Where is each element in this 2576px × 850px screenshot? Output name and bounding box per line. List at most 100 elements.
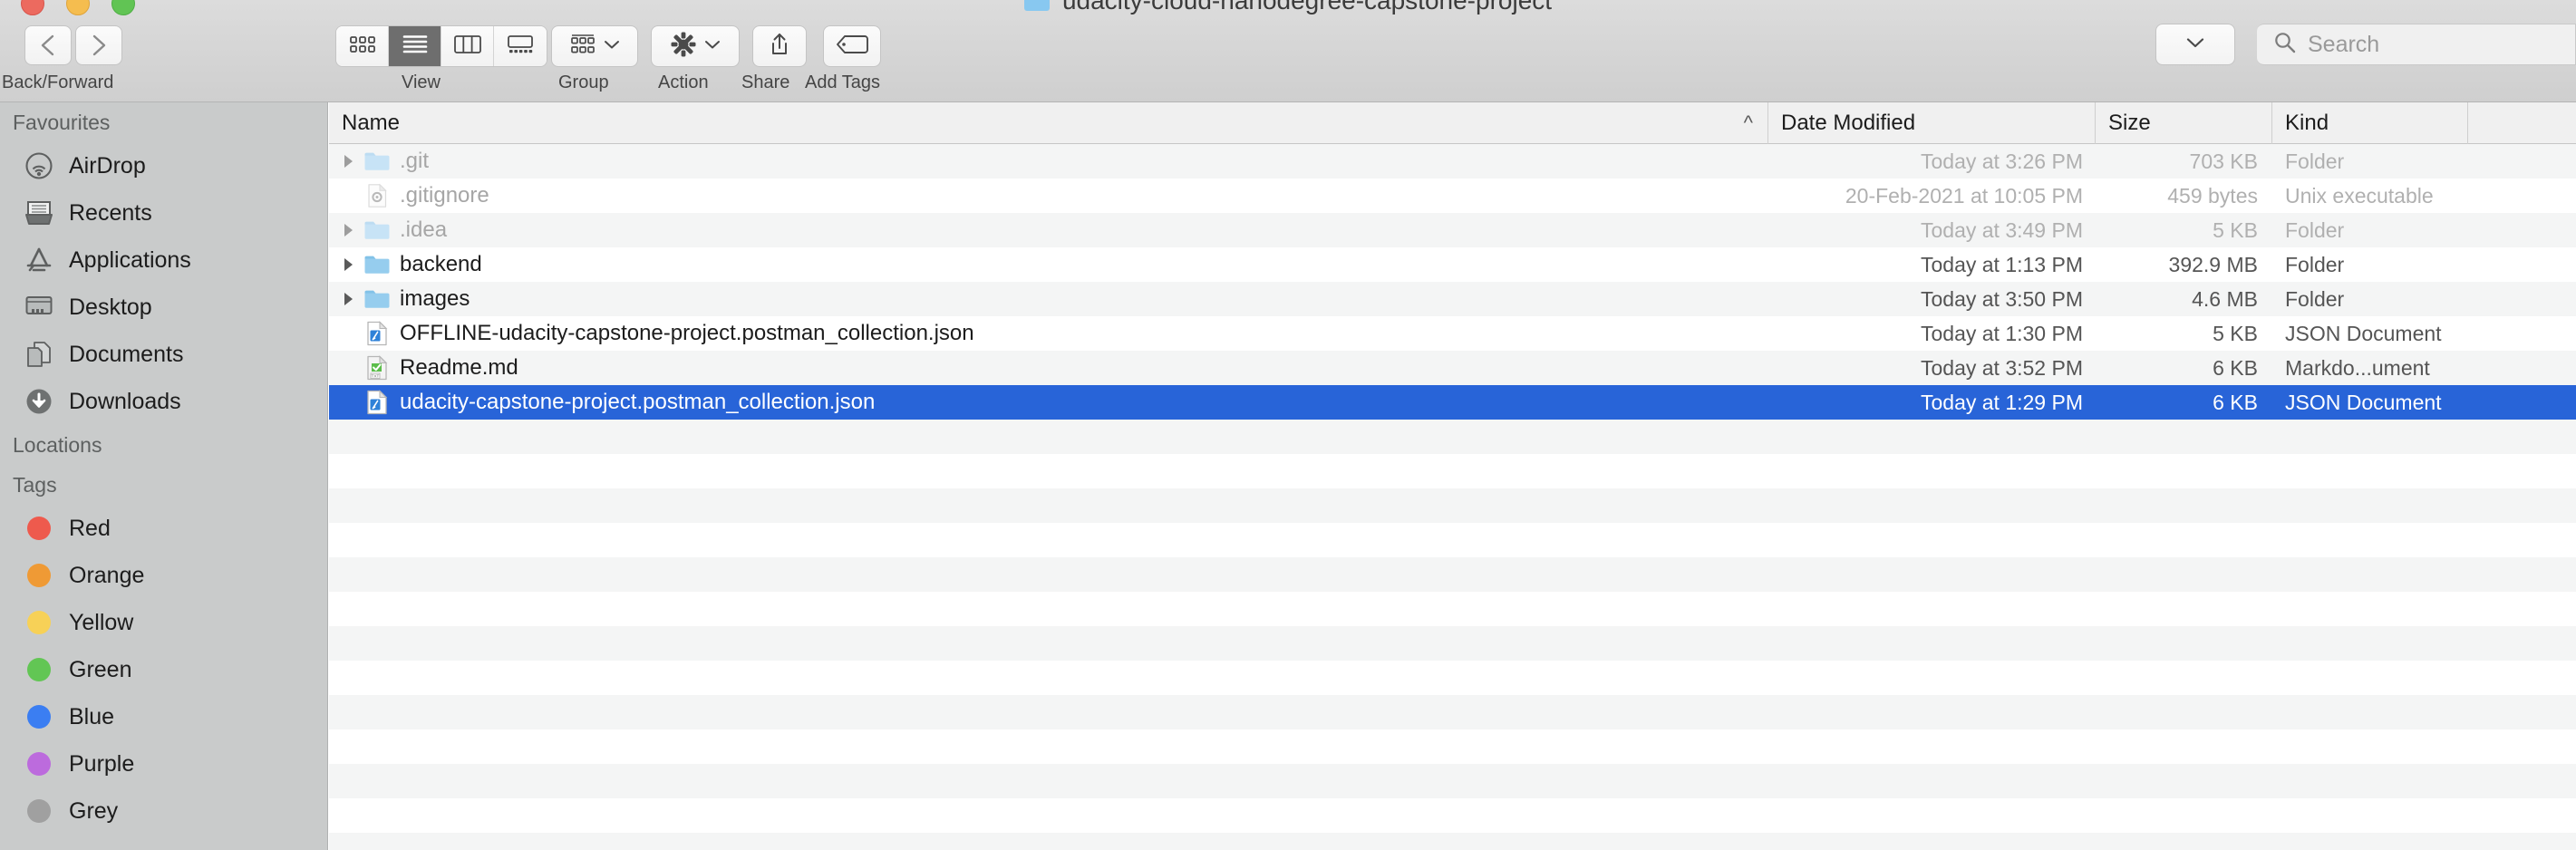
chevron-down-icon bbox=[2185, 36, 2205, 53]
tag-dot-yellow bbox=[27, 611, 51, 634]
sidebar-item-purple[interactable]: Purple bbox=[0, 740, 327, 787]
table-row[interactable]: TXT Readme.md Today at 3:52 PM 6 KB Markdo..… bbox=[329, 351, 2576, 385]
sidebar[interactable]: Favourites AirDrop Recents Applications Desk… bbox=[0, 102, 328, 850]
back-button[interactable] bbox=[24, 25, 72, 65]
column-header-size[interactable]: Size bbox=[2096, 102, 2272, 144]
add-tags-button[interactable] bbox=[823, 25, 881, 67]
cell-date-modified: Today at 1:13 PM bbox=[1921, 252, 2083, 276]
table-row[interactable]: backend Today at 1:13 PM 392.9 MB Folder bbox=[329, 247, 2576, 282]
sidebar-item-red[interactable]: Red bbox=[0, 505, 327, 552]
file-name-label: udacity-capstone-project.postman_collect… bbox=[400, 390, 876, 414]
cell-kind: JSON Document bbox=[2285, 321, 2442, 345]
tag-dot-icon bbox=[24, 654, 54, 685]
cell-name[interactable]: TXT Readme.md bbox=[329, 355, 1768, 381]
downloads-icon bbox=[24, 386, 54, 417]
view-mode-gallery[interactable] bbox=[494, 26, 547, 66]
cell-name[interactable]: udacity-capstone-project.postman_collect… bbox=[329, 390, 1768, 415]
table-row[interactable]: .idea Today at 3:49 PM 5 KB Folder bbox=[329, 213, 2576, 247]
folder-icon bbox=[1023, 0, 1050, 11]
empty-row bbox=[329, 488, 2576, 523]
json-file-icon bbox=[363, 390, 391, 415]
column-view-icon bbox=[453, 34, 482, 59]
cell-name[interactable]: .git bbox=[329, 149, 1768, 174]
cell-size: 6 KB bbox=[2213, 390, 2258, 414]
sidebar-item-desktop[interactable]: Desktop bbox=[0, 284, 327, 331]
sidebar-item-yellow[interactable]: Yellow bbox=[0, 599, 327, 646]
search-input[interactable] bbox=[2308, 31, 2525, 58]
toolbar-overflow-dropdown[interactable] bbox=[2155, 24, 2235, 65]
documents-icon bbox=[24, 339, 54, 370]
disclosure-triangle-icon[interactable] bbox=[333, 256, 363, 273]
view-mode-list[interactable] bbox=[389, 26, 441, 66]
svg-text:TXT: TXT bbox=[372, 374, 380, 379]
column-header-date-modified[interactable]: Date Modified bbox=[1768, 102, 2096, 144]
tag-dot-orange bbox=[27, 564, 51, 587]
view-mode-icon[interactable] bbox=[336, 26, 389, 66]
table-row[interactable]: images Today at 3:50 PM 4.6 MB Folder bbox=[329, 282, 2576, 316]
table-row[interactable]: OFFLINE-udacity-capstone-project.postman… bbox=[329, 316, 2576, 351]
share-button[interactable] bbox=[752, 25, 807, 67]
window-toolbar: udacity-cloud-nanodegree-capstone-projec… bbox=[0, 0, 2576, 102]
file-list-pane[interactable]: Name ^ Date Modified Size Kind .git Today… bbox=[329, 102, 2576, 850]
sidebar-item-orange[interactable]: Orange bbox=[0, 552, 327, 599]
chevron-down-icon bbox=[604, 38, 620, 54]
empty-row bbox=[329, 833, 2576, 850]
empty-row bbox=[329, 420, 2576, 454]
icon-view-icon bbox=[349, 34, 376, 59]
cell-kind: Folder bbox=[2285, 252, 2345, 276]
cell-kind: Folder bbox=[2285, 286, 2345, 311]
sidebar-item-applications[interactable]: Applications bbox=[0, 237, 327, 284]
cell-size: 4.6 MB bbox=[2192, 286, 2258, 311]
view-mode-column[interactable] bbox=[441, 26, 494, 66]
cell-name[interactable]: OFFLINE-udacity-capstone-project.postman… bbox=[329, 321, 1768, 346]
sidebar-item-label: Green bbox=[69, 656, 132, 682]
cell-date-modified: Today at 3:50 PM bbox=[1921, 286, 2083, 311]
cell-name[interactable]: backend bbox=[329, 252, 1768, 277]
cell-date-modified: Today at 3:26 PM bbox=[1921, 149, 2083, 173]
column-header-kind[interactable]: Kind bbox=[2272, 102, 2468, 144]
cell-name[interactable]: .idea bbox=[329, 217, 1768, 243]
folder-icon bbox=[363, 288, 391, 310]
tag-dot-icon bbox=[24, 560, 54, 591]
sidebar-item-recents[interactable]: Recents bbox=[0, 189, 327, 237]
disclosure-triangle-icon[interactable] bbox=[333, 291, 363, 307]
search-icon bbox=[2273, 31, 2297, 59]
tag-dot-purple bbox=[27, 752, 51, 776]
sidebar-item-label: Grey bbox=[69, 797, 119, 824]
cell-date-modified: Today at 3:52 PM bbox=[1921, 355, 2083, 380]
sidebar-item-airdrop[interactable]: AirDrop bbox=[0, 142, 327, 189]
forward-button[interactable] bbox=[75, 25, 122, 65]
file-rows[interactable]: .git Today at 3:26 PM 703 KB Folder .gitigno… bbox=[329, 144, 2576, 850]
sidebar-item-label: Recents bbox=[69, 199, 152, 226]
view-mode-segmented-control[interactable] bbox=[335, 25, 547, 67]
column-header-name[interactable]: Name ^ bbox=[329, 102, 1768, 144]
sidebar-item-blue[interactable]: Blue bbox=[0, 693, 327, 740]
sidebar-item-grey[interactable]: Grey bbox=[0, 787, 327, 835]
table-row[interactable]: .git Today at 3:26 PM 703 KB Folder bbox=[329, 144, 2576, 179]
sidebar-item-documents[interactable]: Documents bbox=[0, 331, 327, 378]
table-row[interactable]: .gitignore 20-Feb-2021 at 10:05 PM 459 byt… bbox=[329, 179, 2576, 213]
cell-name[interactable]: .gitignore bbox=[329, 183, 1768, 208]
sidebar-item-downloads[interactable]: Downloads bbox=[0, 378, 327, 425]
sidebar-item-label: Blue bbox=[69, 703, 115, 729]
file-name-label: .git bbox=[400, 149, 430, 173]
group-button[interactable] bbox=[551, 25, 638, 67]
list-view-icon bbox=[402, 34, 429, 60]
sidebar-item-label: Purple bbox=[69, 750, 135, 777]
empty-row bbox=[329, 764, 2576, 798]
cell-kind: Folder bbox=[2285, 217, 2345, 242]
empty-row bbox=[329, 729, 2576, 764]
disclosure-triangle-icon[interactable] bbox=[333, 222, 363, 238]
sidebar-item-label: Downloads bbox=[69, 388, 181, 414]
disclosure-triangle-icon[interactable] bbox=[333, 153, 363, 169]
view-label: View bbox=[402, 72, 441, 92]
cell-name[interactable]: images bbox=[329, 286, 1768, 312]
chevron-down-icon bbox=[704, 38, 721, 54]
cell-size: 392.9 MB bbox=[2168, 252, 2258, 276]
sidebar-item-green[interactable]: Green bbox=[0, 646, 327, 693]
action-button[interactable] bbox=[651, 25, 740, 67]
table-row[interactable]: udacity-capstone-project.postman_collect… bbox=[329, 385, 2576, 420]
window-title-bar: udacity-cloud-nanodegree-capstone-projec… bbox=[0, 0, 2576, 14]
cell-date-modified: Today at 1:29 PM bbox=[1921, 390, 2083, 414]
search-field[interactable] bbox=[2257, 24, 2576, 65]
